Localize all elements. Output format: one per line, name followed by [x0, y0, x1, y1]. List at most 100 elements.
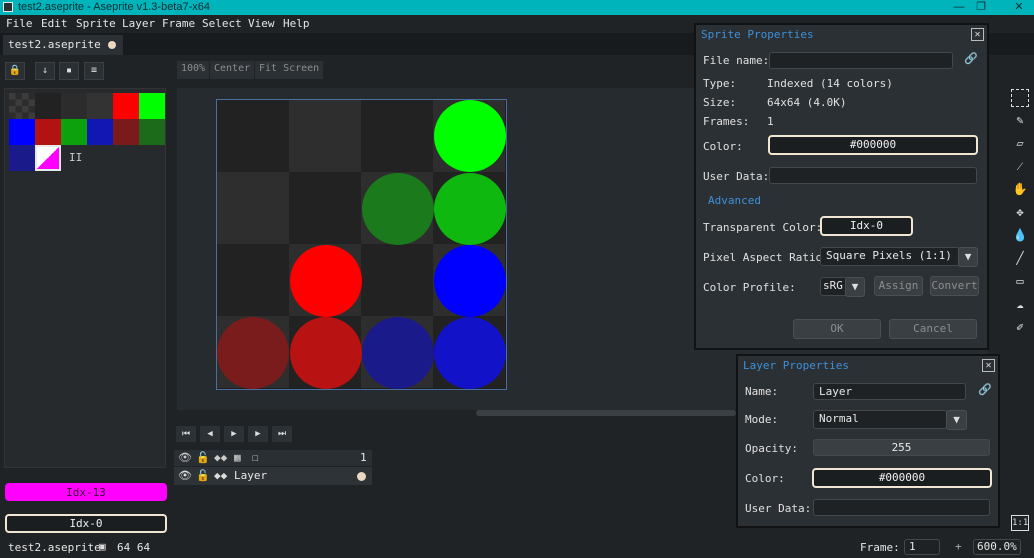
palette-swatch[interactable] [87, 93, 113, 119]
layer-name[interactable]: Layer [234, 469, 267, 482]
chevron-down-icon[interactable]: ▼ [845, 277, 865, 297]
first-frame-button[interactable]: ⏮ [176, 426, 196, 442]
layer-color-button[interactable]: #000000 [812, 468, 992, 488]
menu-layer[interactable]: Layer [122, 17, 155, 30]
convert-button[interactable]: Convert [930, 276, 979, 296]
close-window-button[interactable]: ✕ [1004, 0, 1034, 15]
chevron-down-icon[interactable]: ▼ [946, 410, 967, 430]
palette-swatch[interactable] [61, 93, 87, 119]
eraser-icon[interactable]: ▱ [1010, 133, 1030, 153]
ok-button[interactable]: OK [793, 319, 881, 339]
menu-edit[interactable]: Edit [41, 17, 68, 30]
layer-continuous-icon[interactable]: ◆◆ [214, 469, 227, 482]
palette-swatch[interactable] [113, 119, 139, 145]
palette-swatch[interactable] [113, 93, 139, 119]
file-name-field[interactable] [769, 52, 953, 69]
maximize-button[interactable]: ❐ [966, 0, 996, 15]
layer-visible-icon[interactable]: 👁 [178, 469, 192, 482]
checker-cell [289, 100, 361, 172]
opacity-slider[interactable]: 255 [813, 439, 990, 456]
frame-field[interactable]: 1 [904, 539, 940, 555]
palette-swatch[interactable] [9, 145, 35, 171]
layers-icon[interactable]: ▦ [234, 451, 241, 464]
link-icon[interactable]: 🔗 [978, 383, 992, 396]
menu-frame[interactable]: Frame [162, 17, 195, 30]
prev-frame-button[interactable]: ◀ [200, 426, 220, 442]
palette-swatch[interactable] [87, 119, 113, 145]
rect-icon[interactable]: ▭ [1010, 271, 1030, 291]
fit-screen-button[interactable]: Fit Screen [255, 61, 324, 79]
sort-icon[interactable]: ↓ [35, 62, 55, 80]
palette-menu-icon[interactable]: ≡ [84, 62, 104, 80]
layer-name-label: Name: [745, 385, 779, 398]
marquee-icon[interactable] [1011, 89, 1029, 107]
palette-swatch[interactable] [9, 93, 35, 119]
assign-button[interactable]: Assign [874, 276, 923, 296]
menu-view[interactable]: View [248, 17, 275, 30]
hand-icon[interactable]: ✋ [1010, 179, 1030, 199]
mode-select[interactable]: Normal [813, 410, 947, 429]
advanced-toggle[interactable]: Advanced [708, 194, 761, 207]
center-button[interactable]: Center [210, 61, 255, 79]
horizontal-scrollbar[interactable] [476, 410, 736, 416]
sprite-canvas[interactable] [216, 99, 507, 390]
palette-swatch[interactable] [139, 119, 165, 145]
lock-icon[interactable]: 🔒 [5, 62, 25, 80]
layer-row[interactable]: 👁 🔓 ◆◆ Layer [174, 467, 372, 485]
pixel-aspect-select[interactable]: Square Pixels (1:1) [820, 247, 960, 266]
eyedropper-icon[interactable]: ⁄ [1010, 156, 1030, 176]
timeline-header: 👁 🔓 ◆◆ ▦ ☐ 1 [174, 450, 372, 466]
close-dialog-button[interactable]: ✕ [982, 359, 995, 372]
play-button[interactable]: ▶ [224, 426, 244, 442]
close-dialog-button[interactable]: ✕ [971, 28, 984, 41]
palette-swatch[interactable] [139, 93, 165, 119]
eye-icon[interactable]: 👁 [178, 451, 192, 464]
transparent-color-button[interactable]: Idx-0 [820, 216, 913, 236]
palette-swatch[interactable] [9, 119, 35, 145]
zoom-field[interactable]: 600.0% [973, 539, 1021, 555]
contour-icon[interactable]: ✐ [1010, 317, 1030, 337]
layer-lock-icon[interactable]: 🔓 [196, 469, 210, 482]
lock-icon[interactable]: 🔓 [196, 451, 210, 464]
fg-color-button[interactable]: Idx-13 [5, 483, 167, 501]
layer-name-field[interactable]: Layer [813, 383, 966, 400]
pencil-icon[interactable]: ✎ [1010, 110, 1030, 130]
cancel-button[interactable]: Cancel [889, 319, 977, 339]
transparent-color-label: Transparent Color: [703, 221, 823, 234]
layer-user-data-field[interactable] [813, 499, 990, 516]
palette-swatch[interactable] [61, 119, 87, 145]
last-frame-button[interactable]: ⏭ [272, 426, 292, 442]
menu-select[interactable]: Select [202, 17, 242, 30]
palette-swatch-selected[interactable] [35, 145, 61, 171]
menu-file[interactable]: File [6, 17, 33, 30]
sprite-color-button[interactable]: #000000 [768, 135, 978, 155]
checkbox-icon[interactable]: ☐ [252, 451, 259, 464]
opacity-label: Opacity: [745, 442, 798, 455]
add-frame-button[interactable]: + [955, 540, 962, 553]
user-data-field[interactable] [769, 167, 977, 184]
palette-swatch[interactable] [35, 119, 61, 145]
menu-help[interactable]: Help [283, 17, 310, 30]
chevron-down-icon[interactable]: ▼ [958, 247, 978, 267]
link-icon[interactable]: 🔗 [964, 52, 978, 65]
bg-color-button[interactable]: Idx-0 [5, 514, 167, 533]
save-palette-icon[interactable]: ▪ [59, 62, 79, 80]
color-profile-select[interactable]: sRG [820, 277, 848, 296]
move-icon[interactable]: ✥ [1010, 202, 1030, 222]
palette-swatch[interactable] [35, 93, 61, 119]
mid-blue-circle [434, 317, 506, 389]
tab-test2[interactable]: test2.aseprite [3, 35, 123, 55]
fill-icon[interactable]: 💧 [1010, 225, 1030, 245]
pixel-ratio-badge[interactable]: 1:1 [1011, 515, 1029, 531]
checker-cell [217, 100, 289, 172]
frame-label: Frame: [860, 541, 900, 554]
zoom-percent-button[interactable]: 100% [177, 61, 210, 79]
continuous-icon[interactable]: ◆◆ [214, 451, 227, 464]
user-data-label: User Data: [703, 170, 770, 183]
cel-icon[interactable] [357, 472, 366, 481]
line-icon[interactable]: ╱ [1010, 248, 1030, 268]
menu-sprite[interactable]: Sprite [76, 17, 116, 30]
next-frame-button[interactable]: ▶ [248, 426, 268, 442]
frame-number[interactable]: 1 [360, 451, 367, 464]
blur-icon[interactable]: ☁ [1010, 294, 1030, 314]
